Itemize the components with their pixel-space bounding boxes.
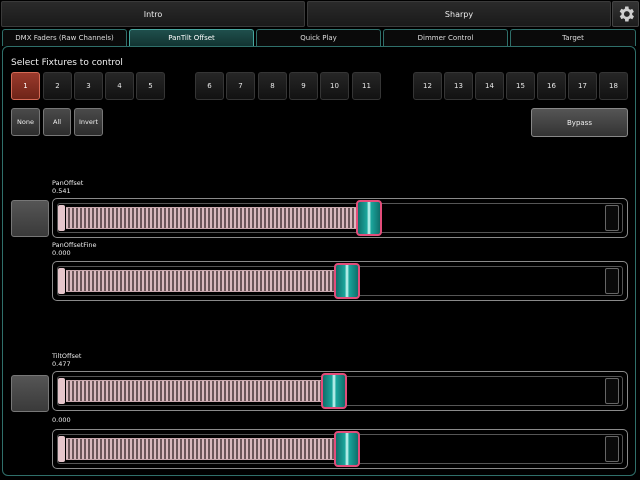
- fader-value-tilt-offset: 0.477: [52, 360, 71, 368]
- fixture-button-14[interactable]: 14: [475, 72, 504, 100]
- fader-min-cap: [58, 378, 65, 404]
- select-all-button[interactable]: All: [43, 108, 71, 136]
- tab-dmx-faders[interactable]: DMX Faders (Raw Channels): [2, 29, 127, 46]
- fixture-button-17[interactable]: 17: [568, 72, 597, 100]
- fader-label-pan-offset-fine: PanOffsetFine: [52, 241, 97, 249]
- fixture-button-13[interactable]: 13: [444, 72, 473, 100]
- tab-target[interactable]: Target: [510, 29, 636, 46]
- fader-max-cap: [605, 436, 619, 462]
- tilt-offset-fader[interactable]: [52, 371, 628, 411]
- invert-selection-button[interactable]: Invert: [74, 108, 103, 136]
- tab-pantilt-offset[interactable]: PanTilt Offset: [129, 29, 254, 46]
- fader-handle[interactable]: [321, 373, 347, 409]
- fixture-button-2[interactable]: 2: [43, 72, 72, 100]
- tilt-reset-button[interactable]: [11, 375, 49, 412]
- fixture-button-3[interactable]: 3: [74, 72, 103, 100]
- fader-fill: [66, 207, 362, 229]
- tab-quick-play[interactable]: Quick Play: [256, 29, 381, 46]
- fader-fill: [66, 380, 327, 402]
- fader-max-cap: [605, 378, 619, 404]
- fixture-button-11[interactable]: 11: [352, 72, 381, 100]
- scene-tab-intro[interactable]: Intro: [1, 1, 305, 27]
- fixture-button-16[interactable]: 16: [537, 72, 566, 100]
- fixture-button-4[interactable]: 4: [105, 72, 134, 100]
- fixture-button-1[interactable]: 1: [11, 72, 40, 100]
- fader-fill: [66, 270, 340, 292]
- fader-min-cap: [58, 268, 65, 294]
- fader-handle[interactable]: [334, 263, 360, 299]
- fader-min-cap: [58, 436, 65, 462]
- fader-value-tilt-offset-fine: 0.000: [52, 416, 71, 424]
- fixture-button-12[interactable]: 12: [413, 72, 442, 100]
- pan-offset-fine-fader[interactable]: [52, 261, 628, 301]
- fader-min-cap: [58, 205, 65, 231]
- fixture-button-5[interactable]: 5: [136, 72, 165, 100]
- fader-handle[interactable]: [334, 431, 360, 467]
- tab-dimmer-control[interactable]: Dimmer Control: [383, 29, 508, 46]
- bypass-button[interactable]: Bypass: [531, 108, 628, 137]
- fixture-button-9[interactable]: 9: [289, 72, 318, 100]
- pan-reset-button[interactable]: [11, 200, 49, 237]
- pan-offset-fader[interactable]: [52, 198, 628, 238]
- settings-button[interactable]: [612, 1, 639, 27]
- fixture-button-15[interactable]: 15: [506, 72, 535, 100]
- select-none-button[interactable]: None: [11, 108, 40, 136]
- fixture-button-18[interactable]: 18: [599, 72, 628, 100]
- fixture-button-8[interactable]: 8: [258, 72, 287, 100]
- fader-handle[interactable]: [356, 200, 382, 236]
- fader-label-pan-offset: PanOffset: [52, 179, 84, 187]
- tilt-offset-fine-fader[interactable]: [52, 429, 628, 469]
- fader-max-cap: [605, 268, 619, 294]
- fader-value-pan-offset-fine: 0.000: [52, 249, 71, 257]
- fader-value-pan-offset: 0.541: [52, 187, 71, 195]
- fader-label-tilt-offset: TiltOffset: [52, 352, 82, 360]
- fixture-button-10[interactable]: 10: [320, 72, 349, 100]
- fixture-button-6[interactable]: 6: [195, 72, 224, 100]
- section-title: Select Fixtures to control: [11, 58, 123, 68]
- fader-fill: [66, 438, 340, 460]
- fixture-button-7[interactable]: 7: [226, 72, 255, 100]
- app-screen: Intro Sharpy DMX Faders (Raw Channels) P…: [0, 0, 640, 480]
- gear-icon: [619, 6, 634, 22]
- scene-tab-sharpy[interactable]: Sharpy: [307, 1, 611, 27]
- fader-max-cap: [605, 205, 619, 231]
